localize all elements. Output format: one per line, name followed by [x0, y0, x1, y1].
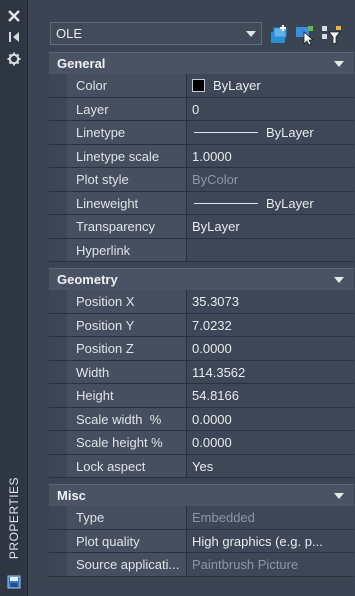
property-label: Position Z [67, 337, 187, 360]
property-row-source-application[interactable]: Source applicati... Paintbrush Picture [49, 553, 354, 577]
property-value[interactable]: 0.0000 [187, 431, 354, 454]
property-row-hyperlink[interactable]: Hyperlink [49, 238, 354, 262]
property-value: ByColor [187, 168, 354, 191]
property-label: Transparency [67, 215, 187, 238]
property-value[interactable]: ByLayer [187, 74, 354, 97]
property-value[interactable]: ByLayer [187, 215, 354, 238]
palette-title: PROPERTIES [7, 476, 21, 560]
palette-title-strip: PROPERTIES [0, 0, 28, 596]
section-header-geometry[interactable]: Geometry [49, 268, 354, 290]
property-row-transparency[interactable]: Transparency ByLayer [49, 215, 354, 239]
property-value[interactable]: 0.0000 [187, 337, 354, 360]
property-row-scale-width[interactable]: Scale width % 0.0000 [49, 407, 354, 431]
property-label: Scale height % [67, 431, 187, 454]
property-row-plot-style[interactable]: Plot style ByColor [49, 168, 354, 192]
property-row-color[interactable]: Color ByLayer [49, 74, 354, 98]
property-value[interactable]: 114.3562 [187, 360, 354, 383]
property-row-position-z[interactable]: Position Z 0.0000 [49, 337, 354, 361]
section-geometry: Geometry Position X 35.3073 Position Y 7… [49, 268, 354, 478]
property-row-scale-height[interactable]: Scale height % 0.0000 [49, 431, 354, 455]
section-misc: Misc Type Embedded Plot quality High gra… [49, 484, 354, 577]
quick-select-icon[interactable] [320, 24, 342, 46]
close-icon[interactable] [6, 8, 22, 24]
property-value[interactable]: 0.0000 [187, 407, 354, 430]
property-row-height[interactable]: Height 54.8166 [49, 384, 354, 408]
lineweight-preview [194, 202, 258, 204]
property-row-position-y[interactable]: Position Y 7.0232 [49, 313, 354, 337]
property-row-width[interactable]: Width 114.3562 [49, 360, 354, 384]
property-value[interactable]: Yes [187, 454, 354, 477]
property-row-lock-aspect[interactable]: Lock aspect Yes [49, 454, 354, 478]
object-type-value: OLE [56, 26, 83, 41]
property-label: Plot style [67, 168, 187, 191]
property-value[interactable]: High graphics (e.g. p... [187, 529, 354, 552]
property-value[interactable]: 54.8166 [187, 384, 354, 407]
property-label: Lock aspect [67, 454, 187, 477]
property-value[interactable] [187, 238, 354, 261]
color-swatch [192, 79, 205, 92]
property-label: Layer [67, 97, 187, 120]
property-label: Plot quality [67, 529, 187, 552]
linetype-preview [194, 132, 258, 133]
property-row-lineweight[interactable]: Lineweight ByLayer [49, 191, 354, 215]
property-label: Width [67, 360, 187, 383]
property-label: Position Y [67, 313, 187, 336]
property-label: Type [67, 506, 187, 529]
property-value[interactable]: ByLayer [187, 191, 354, 214]
property-label: Linetype [67, 121, 187, 144]
collapse-icon[interactable] [334, 61, 344, 67]
property-label: Color [67, 74, 187, 97]
property-value[interactable]: 7.0232 [187, 313, 354, 336]
auto-hide-icon[interactable] [6, 29, 22, 45]
property-label: Hyperlink [67, 238, 187, 261]
property-row-plot-quality[interactable]: Plot quality High graphics (e.g. p... [49, 529, 354, 553]
property-label: Lineweight [67, 191, 187, 214]
select-objects-icon[interactable] [294, 24, 316, 46]
property-label: Linetype scale [67, 144, 187, 167]
property-value[interactable]: ByLayer [187, 121, 354, 144]
save-icon[interactable] [7, 575, 21, 589]
property-row-position-x[interactable]: Position X 35.3073 [49, 290, 354, 314]
collapse-icon[interactable] [334, 493, 344, 499]
property-label: Position X [67, 290, 187, 313]
property-label: Source applicati... [67, 553, 187, 576]
properties-panel: OLE General Color ByLayer Layer 0 Linety… [36, 0, 354, 596]
property-value[interactable]: 1.0000 [187, 144, 354, 167]
property-label: Height [67, 384, 187, 407]
property-label: Scale width % [67, 407, 187, 430]
section-general: General Color ByLayer Layer 0 Linetype B… [49, 52, 354, 262]
property-value[interactable]: 35.3073 [187, 290, 354, 313]
chevron-down-icon [246, 31, 256, 37]
toggle-pickadd-icon[interactable] [268, 24, 290, 46]
property-row-type[interactable]: Type Embedded [49, 506, 354, 530]
section-header-general[interactable]: General [49, 52, 354, 74]
property-row-linetype-scale[interactable]: Linetype scale 1.0000 [49, 144, 354, 168]
property-value[interactable]: 0 [187, 97, 354, 120]
section-header-misc[interactable]: Misc [49, 484, 354, 506]
property-value: Paintbrush Picture [187, 553, 354, 576]
gear-icon[interactable] [6, 51, 22, 67]
property-value: Embedded [187, 506, 354, 529]
property-row-linetype[interactable]: Linetype ByLayer [49, 121, 354, 145]
object-type-dropdown[interactable]: OLE [50, 22, 262, 45]
property-row-layer[interactable]: Layer 0 [49, 97, 354, 121]
collapse-icon[interactable] [334, 277, 344, 283]
